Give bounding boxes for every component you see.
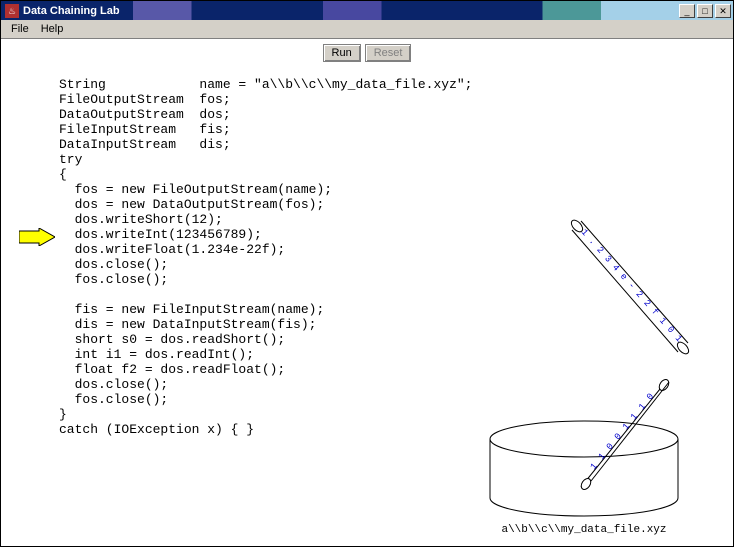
app-icon: ♨ <box>5 4 19 18</box>
content-area: String name = "a\\b\\c\\my_data_file.xyz… <box>1 67 733 546</box>
upper-stream-bits: 1 . 2 3 4 e - 2 2 f 1 0 1 1 1 0 <box>449 206 688 349</box>
stream-svg: 1 1 0 0 1 1 1 0 1 . 2 3 4 e - 2 2 f 1 0 … <box>449 206 719 526</box>
reset-button[interactable]: Reset <box>365 44 412 62</box>
maximize-button[interactable]: □ <box>697 4 713 18</box>
close-button[interactable]: ✕ <box>715 4 731 18</box>
stream-visualization: 1 1 0 0 1 1 1 0 1 . 2 3 4 e - 2 2 f 1 0 … <box>449 206 719 536</box>
execution-pointer-icon <box>19 228 55 246</box>
window-title: Data Chaining Lab <box>23 5 677 17</box>
window-controls: _ □ ✕ <box>677 4 731 18</box>
minimize-button[interactable]: _ <box>679 4 695 18</box>
file-caption: a\\b\\c\\my_data_file.xyz <box>449 524 719 536</box>
titlebar: ♨ Data Chaining Lab _ □ ✕ <box>1 1 733 20</box>
menubar: File Help <box>1 20 733 39</box>
run-button[interactable]: Run <box>323 44 361 62</box>
menu-help[interactable]: Help <box>35 21 70 37</box>
lower-stream-bits: 1 1 0 0 1 1 1 0 <box>589 391 657 472</box>
menu-file[interactable]: File <box>5 21 35 37</box>
toolbar: Run Reset <box>1 39 733 67</box>
code-listing: String name = "a\\b\\c\\my_data_file.xyz… <box>59 77 472 437</box>
